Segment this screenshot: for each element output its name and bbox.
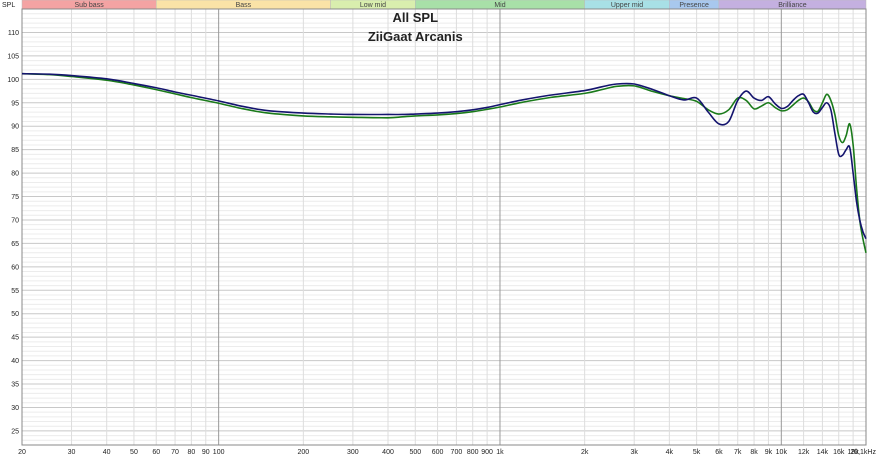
x-tick-label: 30 xyxy=(68,449,76,456)
y-tick-label: 110 xyxy=(8,30,19,37)
y-tick-label: 65 xyxy=(11,241,19,248)
x-tick-label: 60 xyxy=(152,449,160,456)
y-tick-label: 80 xyxy=(11,171,19,178)
y-tick-label: 95 xyxy=(11,100,19,107)
x-tick-label: 20,1kHz xyxy=(850,449,876,456)
y-tick-label: 45 xyxy=(11,335,19,342)
y-tick-label: 100 xyxy=(7,77,19,84)
x-tick-label: 6k xyxy=(715,449,723,456)
y-tick-label: 30 xyxy=(11,405,19,412)
band-label: Sub bass xyxy=(75,2,105,9)
x-tick-label: 500 xyxy=(409,449,421,456)
y-tick-label: 85 xyxy=(11,147,19,154)
y-tick-label: 25 xyxy=(11,428,19,435)
band-label: Bass xyxy=(236,2,252,9)
y-tick-label: 105 xyxy=(7,53,19,60)
y-tick-label: 55 xyxy=(11,288,19,295)
band-label: Upper mid xyxy=(611,2,643,9)
x-tick-label: 12k xyxy=(798,449,810,456)
x-tick-label: 8k xyxy=(750,449,758,456)
x-tick-label: 1k xyxy=(496,449,504,456)
x-tick-label: 300 xyxy=(347,449,359,456)
x-tick-label: 50 xyxy=(130,449,138,456)
x-tick-label: 9k xyxy=(765,449,773,456)
frequency-response-chart: Sub bass Bass Low mid Mid Upper mid Presence B… xyxy=(0,0,877,458)
x-tick-label: 4k xyxy=(666,449,674,456)
x-tick-label: 40 xyxy=(103,449,111,456)
x-tick-label: 80 xyxy=(187,449,195,456)
band-label: Brilliance xyxy=(778,2,807,9)
x-tick-label: 200 xyxy=(297,449,309,456)
chart-subtitle: ZiiGaat Arcanis xyxy=(368,29,463,44)
x-tick-label: 900 xyxy=(481,449,493,456)
y-tick-label: 40 xyxy=(11,358,19,365)
x-tick-label: 16k xyxy=(833,449,845,456)
y-tick-label: 35 xyxy=(11,382,19,389)
x-tick-label: 600 xyxy=(432,449,444,456)
y-tick-label: 60 xyxy=(11,264,19,271)
chart-title: All SPL xyxy=(393,10,439,25)
band-label: Presence xyxy=(679,2,709,9)
y-tick-label: 70 xyxy=(11,217,19,224)
x-tick-label: 2k xyxy=(581,449,589,456)
x-tick-label: 3k xyxy=(631,449,639,456)
y-tick-label: 75 xyxy=(11,194,19,201)
frequency-bands: Sub bass Bass Low mid Mid Upper mid Presence B… xyxy=(21,0,867,10)
x-tick-label: 100 xyxy=(213,449,225,456)
y-tick-label: 50 xyxy=(11,311,19,318)
x-tick-label: 20 xyxy=(18,449,26,456)
y-axis-label: SPL xyxy=(2,2,15,9)
x-tick-label: 5k xyxy=(693,449,701,456)
x-tick-label: 7k xyxy=(734,449,742,456)
band-label: Mid xyxy=(494,2,505,9)
y-tick-label: 90 xyxy=(11,124,19,131)
x-tick-label: 700 xyxy=(451,449,463,456)
x-tick-label: 800 xyxy=(467,449,479,456)
x-tick-label: 400 xyxy=(382,449,394,456)
x-tick-label: 90 xyxy=(202,449,210,456)
x-tick-label: 14k xyxy=(817,449,829,456)
band-label: Low mid xyxy=(360,2,386,9)
x-tick-label: 70 xyxy=(171,449,179,456)
x-tick-label: 10k xyxy=(776,449,788,456)
